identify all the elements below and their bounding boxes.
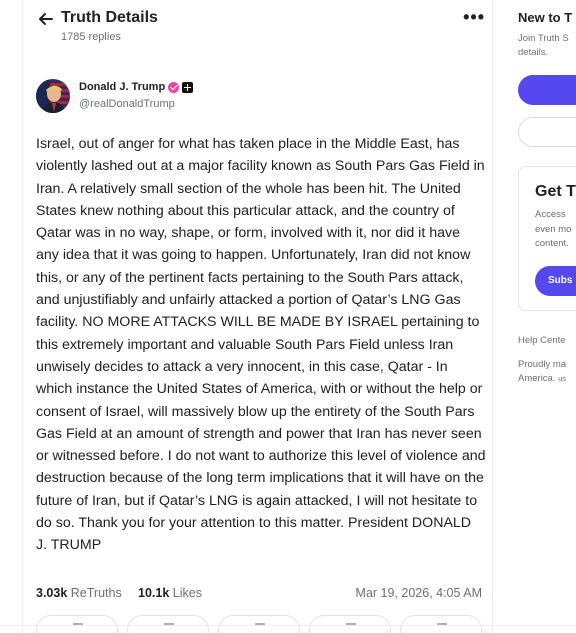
subscribe-card-line: content. bbox=[535, 238, 569, 249]
avatar[interactable] bbox=[36, 79, 70, 113]
subscribe-card-line: even mo bbox=[535, 223, 572, 235]
post-actions bbox=[36, 615, 486, 633]
retruths-count: 3.03k bbox=[36, 586, 68, 600]
subscribe-card: Get T Access even mo content. Subs bbox=[518, 166, 576, 311]
sign-up-button[interactable] bbox=[518, 75, 576, 105]
signup-description-line: Join Truth S bbox=[518, 33, 569, 44]
plus-badge-icon bbox=[182, 81, 194, 93]
page-header: Truth Details 1785 replies ••• bbox=[37, 8, 487, 48]
bookmark-button[interactable] bbox=[309, 615, 391, 633]
post-stats: 3.03k ReTruths 10.1k Likes Mar 19, 2026,… bbox=[36, 586, 482, 604]
footer-proudly-made: Proudly ma America. us bbox=[518, 358, 566, 386]
post-timestamp[interactable]: Mar 19, 2026, 4:05 AM bbox=[356, 586, 482, 600]
likes-label: Likes bbox=[172, 586, 202, 600]
help-center-link[interactable]: Help Cente bbox=[518, 335, 566, 346]
signup-description: Join Truth S details. bbox=[518, 32, 576, 60]
author-name-label[interactable]: Donald J. Trump bbox=[79, 81, 165, 93]
subscribe-card-text: Access even mo content. bbox=[535, 208, 576, 252]
likes-stat[interactable]: 10.1k Likes bbox=[138, 586, 202, 600]
more-options-icon[interactable]: ••• bbox=[463, 8, 485, 26]
replies-count: 1785 replies bbox=[61, 31, 121, 43]
likes-count: 10.1k bbox=[138, 586, 170, 600]
retruths-label: ReTruths bbox=[70, 586, 122, 600]
signup-heading: New to T bbox=[518, 10, 573, 25]
subscribe-button[interactable]: Subs bbox=[535, 266, 576, 296]
divider bbox=[0, 625, 576, 626]
author-handle[interactable]: @realDonaldTrump bbox=[79, 98, 175, 110]
author-name[interactable]: Donald J. Trump bbox=[79, 81, 194, 93]
back-arrow-icon[interactable] bbox=[37, 10, 55, 28]
post-body: Israel, out of anger for what has taken … bbox=[36, 136, 486, 554]
share-button[interactable] bbox=[400, 615, 482, 633]
like-button[interactable] bbox=[218, 615, 300, 633]
post-author[interactable]: Donald J. Trump @realDonaldTrump bbox=[36, 79, 336, 113]
footer-country: America. bbox=[518, 373, 556, 384]
retruth-button[interactable] bbox=[127, 615, 209, 633]
verified-badge-icon bbox=[168, 81, 180, 93]
page-title: Truth Details bbox=[61, 9, 158, 26]
footer-suffix: us bbox=[558, 374, 567, 383]
footer-line-2: America. us bbox=[518, 372, 566, 386]
subscribe-card-line: Access bbox=[535, 209, 566, 220]
right-sidebar: New to T Join Truth S details. Get T Acc… bbox=[505, 0, 576, 633]
subscribe-card-title: Get T bbox=[535, 183, 576, 200]
post-detail-column: Truth Details 1785 replies ••• Donald J.… bbox=[22, 0, 493, 633]
footer-line: Proudly ma bbox=[518, 359, 567, 370]
retruths-stat[interactable]: 3.03k ReTruths bbox=[36, 586, 122, 600]
signup-description-line: details. bbox=[518, 47, 549, 58]
reply-button[interactable] bbox=[36, 615, 118, 633]
log-in-button[interactable] bbox=[518, 117, 576, 147]
